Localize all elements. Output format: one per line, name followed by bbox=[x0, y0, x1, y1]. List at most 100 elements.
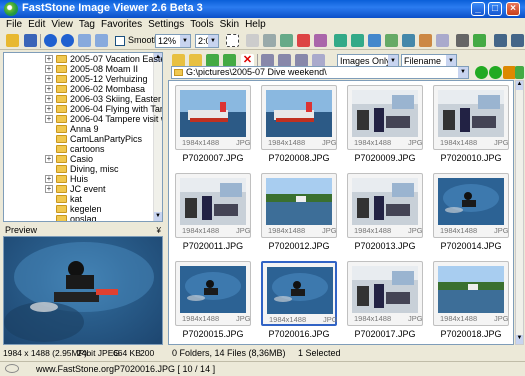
select-icon[interactable] bbox=[226, 34, 239, 47]
expand-icon[interactable]: + bbox=[45, 85, 53, 93]
thumbnail-grid[interactable]: 1984x1488 JPG P7020007.JPG 1984x1488 JPG P702… bbox=[168, 80, 514, 345]
expand-icon[interactable]: + bbox=[45, 115, 53, 123]
menu-edit[interactable]: Edit bbox=[25, 18, 48, 32]
zoom-out-icon[interactable] bbox=[95, 34, 108, 47]
folder-icon bbox=[56, 75, 67, 83]
file-counts: 0 Folders, 14 Files (8,36MB) bbox=[172, 348, 286, 358]
thumbnail-frame: 1984x1488 JPG bbox=[175, 261, 251, 326]
collapse-icon[interactable]: ¥ bbox=[157, 225, 161, 236]
expand-icon[interactable]: + bbox=[45, 105, 53, 113]
thumbnail-filename: P7020018.JPG bbox=[440, 329, 502, 339]
color-icon[interactable] bbox=[402, 34, 415, 47]
go-back-icon[interactable] bbox=[475, 66, 488, 79]
folder-icon bbox=[174, 69, 183, 76]
zoom-select[interactable]: 12% ▼ bbox=[155, 34, 191, 48]
slideshow-icon[interactable] bbox=[473, 34, 486, 47]
open-folder-icon[interactable] bbox=[6, 34, 19, 47]
menu-help[interactable]: Help bbox=[242, 18, 269, 32]
folder-icon bbox=[56, 185, 67, 193]
maximize-button[interactable]: □ bbox=[488, 2, 502, 16]
ratio-select[interactable]: 2:0 ▼ bbox=[195, 34, 219, 48]
tree-item[interactable]: opslag bbox=[4, 214, 162, 221]
resize-icon[interactable] bbox=[385, 34, 398, 47]
folder-icon bbox=[56, 165, 67, 173]
forward-icon[interactable] bbox=[61, 34, 74, 47]
expand-icon[interactable]: + bbox=[45, 65, 53, 73]
path-bar: G:\pictures\2005-07 Dive weekend\ ▼ bbox=[167, 66, 525, 80]
text-icon[interactable] bbox=[297, 34, 310, 47]
title-bar: FastStone Image Viewer 2.6 Beta 3 _ □ × bbox=[0, 0, 525, 18]
thumbnail[interactable]: 1984x1488 JPG P7020007.JPG bbox=[173, 83, 253, 168]
thumbnail[interactable]: 1984x1488 JPG P7020013.JPG bbox=[345, 171, 425, 256]
thumbnail-frame: 1984x1488 JPG bbox=[261, 261, 338, 326]
thumbnail-frame: 1984x1488 JPG bbox=[261, 173, 337, 238]
go-forward-icon[interactable] bbox=[489, 66, 502, 79]
website-link[interactable]: www.FastStone.org bbox=[36, 362, 114, 376]
thumbnail[interactable]: 1984x1488 JPG P7020008.JPG bbox=[259, 83, 339, 168]
thumbnail[interactable]: 1984x1488 JPG P7020009.JPG bbox=[345, 83, 425, 168]
menu-tools[interactable]: Tools bbox=[187, 18, 216, 32]
fullscreen-icon[interactable] bbox=[494, 34, 507, 47]
expand-icon[interactable]: + bbox=[45, 55, 53, 63]
menu-settings[interactable]: Settings bbox=[145, 18, 187, 32]
zoom-in-icon[interactable] bbox=[78, 34, 91, 47]
refresh-icon[interactable] bbox=[515, 66, 524, 79]
thumbnail-dimensions: 1984x1488 bbox=[268, 226, 306, 235]
red-eye-icon[interactable] bbox=[314, 34, 327, 47]
folder-icon bbox=[56, 205, 67, 213]
thumbnail-filename: P7020015.JPG bbox=[182, 329, 244, 339]
close-button[interactable]: × bbox=[506, 2, 520, 16]
thumbnail-filename: P7020012.JPG bbox=[268, 241, 330, 251]
thumbnail-filename: P7020010.JPG bbox=[440, 153, 502, 163]
thumbnail-ext: JPG bbox=[322, 138, 337, 147]
thumbnail-ext: JPG bbox=[322, 226, 337, 235]
menu-skin[interactable]: Skin bbox=[217, 18, 242, 32]
preview-header: Preview ¥ bbox=[3, 225, 163, 236]
thumbnail[interactable]: 1984x1488 JPG P7020018.JPG bbox=[431, 259, 511, 344]
save-icon[interactable] bbox=[24, 34, 37, 47]
thumbnail-filename: P7020008.JPG bbox=[268, 153, 330, 163]
current-file: P7020016.JPG [ 10 / 14 ] bbox=[114, 364, 216, 374]
folder-icon bbox=[56, 175, 67, 183]
menu-file[interactable]: File bbox=[3, 18, 25, 32]
print-icon[interactable] bbox=[456, 34, 469, 47]
thumbnail[interactable]: 1984x1488 JPG P7020014.JPG bbox=[431, 171, 511, 256]
menu-tag[interactable]: Tag bbox=[76, 18, 98, 32]
expand-icon[interactable]: + bbox=[45, 75, 53, 83]
folder-icon bbox=[56, 55, 67, 63]
expand-icon[interactable]: + bbox=[45, 95, 53, 103]
path-input[interactable]: G:\pictures\2005-07 Dive weekend\ ▼ bbox=[171, 66, 469, 79]
folder-icon bbox=[56, 95, 67, 103]
exit-icon[interactable] bbox=[511, 34, 524, 47]
thumbnail-ext: JPG bbox=[408, 226, 423, 235]
rotate-right-icon[interactable] bbox=[351, 34, 364, 47]
expand-icon[interactable]: + bbox=[45, 185, 53, 193]
folder-tree[interactable]: ▲ ▼ +2005-07 Vacation Eastern Finla+2005… bbox=[3, 52, 163, 222]
thumbnail[interactable]: 1984x1488 JPG P7020016.JPG bbox=[259, 259, 339, 344]
thumbnail-dimensions: 1984x1488 bbox=[440, 226, 478, 235]
rotate-left-icon[interactable] bbox=[334, 34, 347, 47]
thumbnail[interactable]: 1984x1488 JPG P7020015.JPG bbox=[173, 259, 253, 344]
menu-favorites[interactable]: Favorites bbox=[98, 18, 145, 32]
back-icon[interactable] bbox=[44, 34, 57, 47]
thumbnail[interactable]: 1984x1488 JPG P7020017.JPG bbox=[345, 259, 425, 344]
minimize-button[interactable]: _ bbox=[471, 2, 485, 16]
thumbnail-ext: JPG bbox=[236, 138, 251, 147]
thumbnail[interactable]: 1984x1488 JPG P7020011.JPG bbox=[173, 171, 253, 256]
email-icon[interactable] bbox=[436, 34, 449, 47]
thumbnail-frame: 1984x1488 JPG bbox=[433, 85, 509, 150]
effects-icon[interactable] bbox=[419, 34, 432, 47]
bottom-bar: www.FastStone.org P7020016.JPG [ 10 / 14… bbox=[0, 361, 525, 376]
smooth-checkbox[interactable] bbox=[115, 36, 125, 46]
actual-size-icon[interactable] bbox=[263, 34, 276, 47]
flip-icon[interactable] bbox=[368, 34, 381, 47]
fit-icon[interactable] bbox=[246, 34, 259, 47]
thumbnail[interactable]: 1984x1488 JPG P7020010.JPG bbox=[431, 83, 511, 168]
expand-icon[interactable]: + bbox=[45, 155, 53, 163]
thumbnail[interactable]: 1984x1488 JPG P7020012.JPG bbox=[259, 171, 339, 256]
menu-view[interactable]: View bbox=[48, 18, 76, 32]
thumbnail-image bbox=[266, 90, 332, 137]
crop-icon[interactable] bbox=[280, 34, 293, 47]
expand-icon[interactable]: + bbox=[45, 175, 53, 183]
grid-scrollbar[interactable]: ▲ ▼ bbox=[515, 80, 524, 345]
